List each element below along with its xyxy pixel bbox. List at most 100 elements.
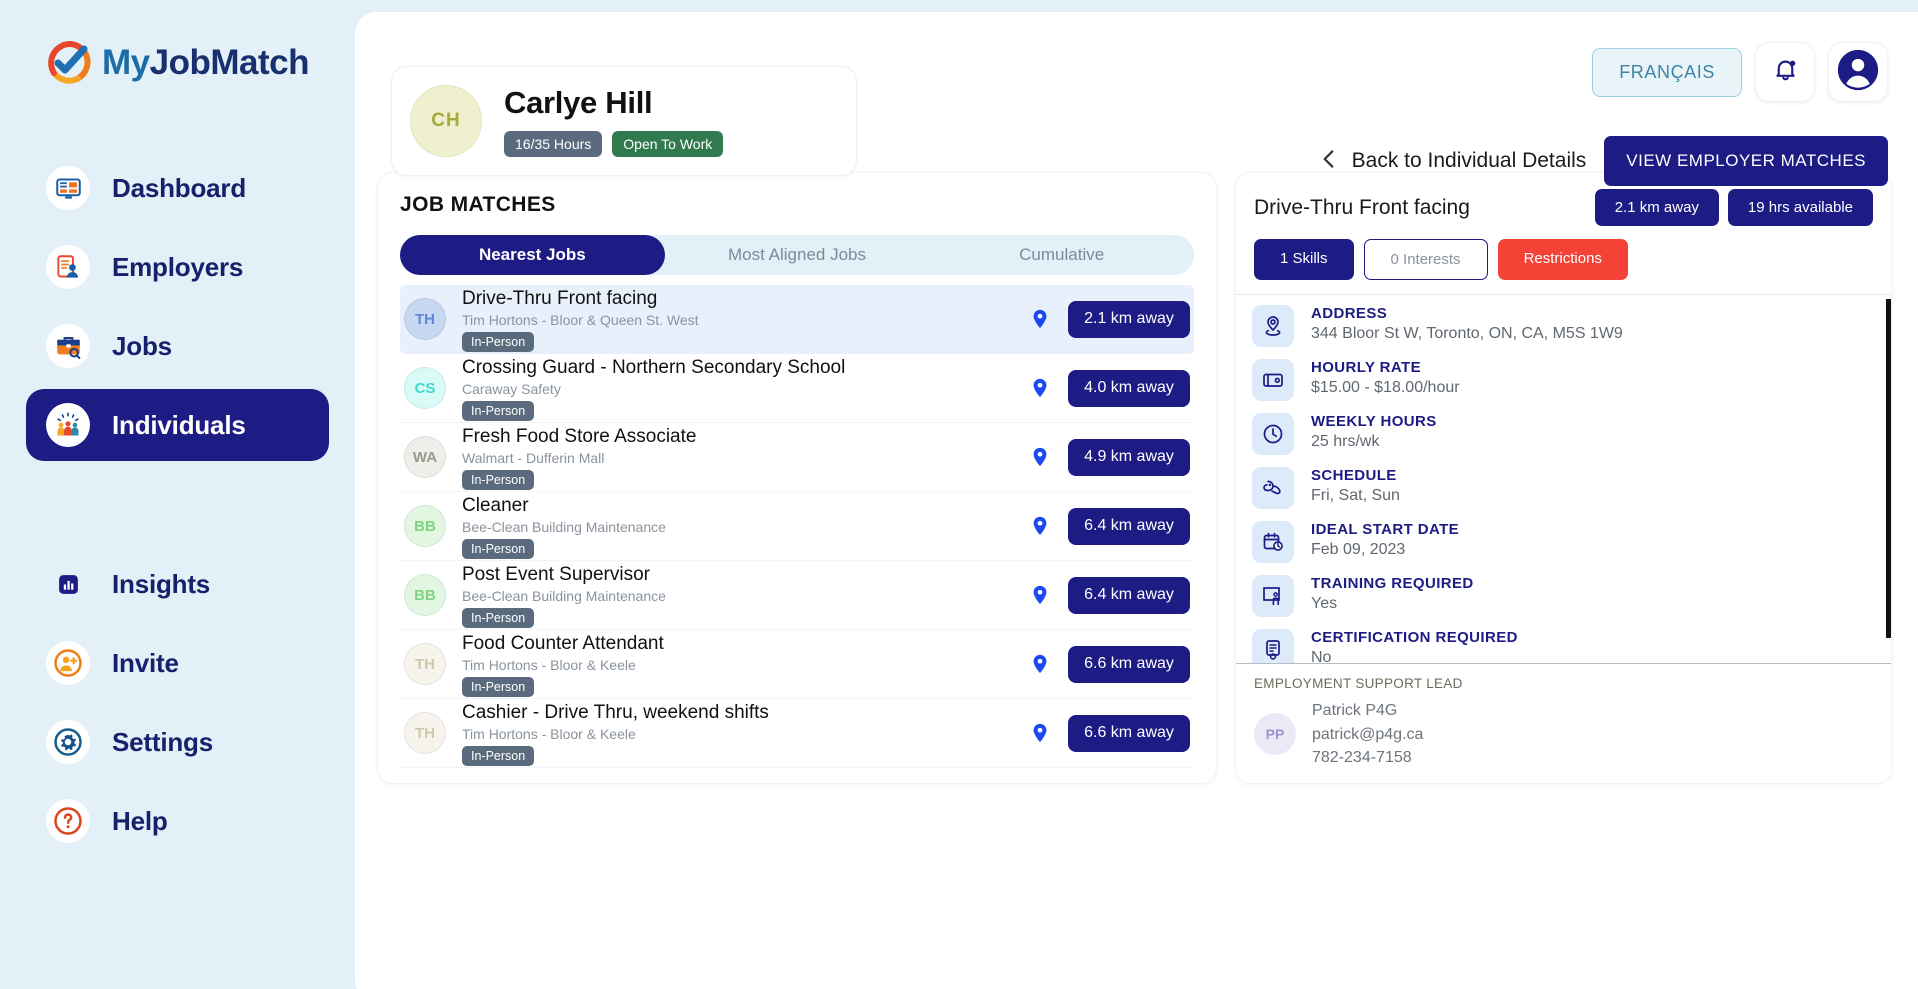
content-area: JOB MATCHES Nearest Jobs Most Aligned Jo… — [377, 172, 1892, 784]
job-list-item[interactable]: TH Drive-Thru Front facing Tim Hortons -… — [400, 285, 1194, 354]
tab-most-aligned-jobs[interactable]: Most Aligned Jobs — [665, 235, 930, 275]
interests-chip[interactable]: 0 Interests — [1363, 239, 1488, 280]
job-distance-badge: 6.6 km away — [1068, 645, 1190, 683]
back-link-label: Back to Individual Details — [1351, 149, 1587, 172]
job-title: Cleaner — [462, 495, 529, 517]
user-avatar-icon — [1836, 48, 1880, 97]
job-company: Caraway Safety — [462, 380, 561, 397]
bell-icon — [1772, 56, 1799, 88]
job-title: Cashier - Drive Thru, weekend shifts — [462, 702, 769, 724]
sidebar-item-invite[interactable]: Invite — [26, 627, 329, 699]
job-title: Fresh Food Store Associate — [462, 426, 697, 448]
profile-card[interactable]: CH Carlye Hill 16/35 Hours Open To Work — [391, 66, 857, 176]
clock-icon — [1252, 413, 1294, 455]
support-lead-email[interactable]: patrick@p4g.ca — [1312, 723, 1423, 746]
job-list-item[interactable]: BB Post Event Supervisor Bee-Clean Build… — [400, 561, 1194, 630]
job-list-item[interactable]: TH Cashier - Drive Thru, weekend shifts … — [400, 699, 1194, 768]
job-mode-tag: In-Person — [462, 400, 535, 421]
brand-text-my: My — [102, 43, 150, 82]
restrictions-chip[interactable]: Restrictions — [1497, 239, 1628, 280]
job-company: Tim Hortons - Bloor & Keele — [462, 656, 636, 673]
chevron-left-icon — [1319, 147, 1338, 176]
scrollbar[interactable] — [1886, 295, 1891, 664]
back-to-individual-details-link[interactable]: Back to Individual Details — [1319, 147, 1587, 176]
support-lead-phone[interactable]: 782-234-7158 — [1312, 746, 1423, 769]
job-matches-title: JOB MATCHES — [400, 193, 556, 216]
map-pin-icon — [1028, 306, 1052, 332]
job-avatar: WA — [404, 436, 446, 478]
job-list-item[interactable]: TH Food Counter Attendant Tim Hortons - … — [400, 630, 1194, 699]
sidebar-item-dashboard[interactable]: Dashboard — [26, 152, 329, 224]
gear-icon — [46, 720, 90, 764]
tab-nearest-jobs[interactable]: Nearest Jobs — [400, 235, 665, 275]
detail-row-value: 25 hrs/wk — [1311, 433, 1380, 450]
detail-row-value: $15.00 - $18.00/hour — [1311, 379, 1460, 396]
job-distance-badge: 4.9 km away — [1068, 438, 1190, 476]
wallet-icon — [1252, 359, 1294, 401]
topbar: CH Carlye Hill 16/35 Hours Open To Work … — [377, 26, 1892, 186]
job-distance-badge: 6.4 km away — [1068, 507, 1190, 545]
map-pin-icon — [1028, 444, 1052, 470]
job-avatar: TH — [404, 643, 446, 685]
detail-row: ADDRESS 344 Bloor St W, Toronto, ON, CA,… — [1252, 305, 1891, 347]
job-matches-card: JOB MATCHES Nearest Jobs Most Aligned Jo… — [377, 172, 1217, 784]
detail-row-label: HOURLY RATE — [1311, 359, 1421, 376]
detail-row-value: Fri, Sat, Sun — [1311, 487, 1400, 504]
brand-logo[interactable]: MyJobMatch — [0, 40, 355, 86]
job-company: Walmart - Dufferin Mall — [462, 449, 605, 466]
sidebar-item-help[interactable]: Help — [26, 785, 329, 857]
job-mode-tag: In-Person — [462, 745, 535, 766]
tab-cumulative[interactable]: Cumulative — [929, 235, 1194, 275]
detail-row-value: 344 Bloor St W, Toronto, ON, CA, M5S 1W9 — [1311, 325, 1623, 342]
job-detail-scroll-area[interactable]: ADDRESS 344 Bloor St W, Toronto, ON, CA,… — [1236, 294, 1891, 665]
job-detail-header: Drive-Thru Front facing 2.1 km away 19 h… — [1236, 173, 1891, 294]
profile-badges: 16/35 Hours Open To Work — [504, 131, 724, 157]
job-list-item[interactable]: BB Cleaner Bee-Clean Building Maintenanc… — [400, 492, 1194, 561]
employment-support-lead: EMPLOYMENT SUPPORT LEAD PP Patrick P4G p… — [1236, 664, 1891, 783]
detail-row: TRAINING REQUIRED Yes — [1252, 575, 1891, 617]
detail-row-value: Feb 09, 2023 — [1311, 541, 1406, 558]
job-list-item[interactable]: CS Crossing Guard - Northern Secondary S… — [400, 354, 1194, 423]
view-employer-matches-button[interactable]: VIEW EMPLOYER MATCHES — [1604, 136, 1888, 186]
detail-row: WEEKLY HOURS 25 hrs/wk — [1252, 413, 1891, 455]
job-mode-tag: In-Person — [462, 469, 535, 490]
job-mode-tag: In-Person — [462, 331, 535, 352]
avatar: CH — [410, 85, 482, 157]
map-pin-icon — [1028, 651, 1052, 677]
detail-row: HOURLY RATE $15.00 - $18.00/hour — [1252, 359, 1891, 401]
notifications-button[interactable] — [1755, 42, 1815, 102]
sidebar-item-jobs[interactable]: Jobs — [26, 310, 329, 382]
job-matches-tabs: Nearest Jobs Most Aligned Jobs Cumulativ… — [400, 235, 1194, 275]
sidebar-item-label: Employers — [112, 251, 244, 282]
employers-icon — [46, 245, 90, 289]
detail-row: IDEAL START DATE Feb 09, 2023 — [1252, 521, 1891, 563]
language-toggle-button[interactable]: FRANÇAIS — [1592, 47, 1742, 97]
sidebar-item-settings[interactable]: Settings — [26, 706, 329, 778]
action-row: Back to Individual Details VIEW EMPLOYER… — [1319, 136, 1888, 186]
sidebar-item-insights[interactable]: Insights — [26, 548, 329, 620]
job-mode-tag: In-Person — [462, 538, 535, 559]
job-distance-badge: 4.0 km away — [1068, 369, 1190, 407]
certificate-icon — [1252, 629, 1294, 664]
sidebar-item-employers[interactable]: Employers — [26, 231, 329, 303]
detail-row-value: Yes — [1311, 595, 1338, 612]
status-badge-open: Open To Work — [612, 131, 724, 157]
job-list-item[interactable]: WA Fresh Food Store Associate Walmart - … — [400, 423, 1194, 492]
detail-row-label: ADDRESS — [1311, 305, 1388, 322]
scrollbar-thumb[interactable] — [1886, 299, 1891, 638]
sidebar-item-individuals[interactable]: Individuals — [26, 389, 329, 461]
brand-text-match: Match — [210, 43, 309, 82]
account-button[interactable] — [1828, 42, 1888, 102]
detail-distance-pill: 2.1 km away — [1594, 189, 1719, 226]
sidebar-item-label: Settings — [112, 726, 213, 757]
job-company: Bee-Clean Building Maintenance — [462, 518, 666, 535]
detail-row-label: SCHEDULE — [1311, 467, 1397, 484]
detail-row-value: No — [1311, 649, 1332, 665]
skills-chip[interactable]: 1 Skills — [1254, 239, 1354, 280]
detail-chips: 1 Skills 0 Interests Restrictions — [1254, 239, 1873, 280]
job-mode-tag: In-Person — [462, 607, 535, 628]
detail-row-label: WEEKLY HOURS — [1311, 413, 1437, 430]
job-list: TH Drive-Thru Front facing Tim Hortons -… — [400, 285, 1194, 771]
schedule-icon — [1252, 467, 1294, 509]
